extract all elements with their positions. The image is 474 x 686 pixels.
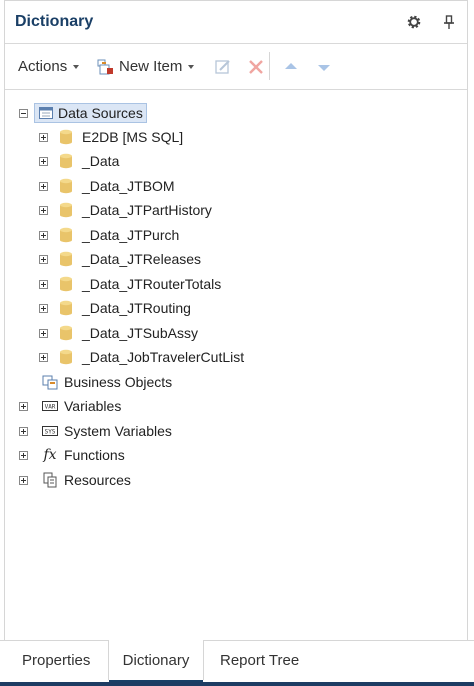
datasource-label: _Data_JTPartHistory <box>82 202 212 218</box>
tree-node-data-sources[interactable]: Data Sources <box>19 103 147 123</box>
functions-label: Functions <box>64 447 125 463</box>
chevron-down-icon <box>188 64 195 69</box>
database-icon <box>58 178 74 194</box>
datasource-label: _Data_JTRouterTotals <box>82 276 222 292</box>
delete-icon[interactable] <box>247 58 265 76</box>
new-item-dropdown[interactable]: New Item <box>97 44 195 89</box>
svg-text:VAR: VAR <box>45 404 56 411</box>
tab-report-tree[interactable]: Report Tree <box>220 641 299 680</box>
move-down-icon[interactable] <box>315 58 333 76</box>
data-sources-label: Data Sources <box>58 105 143 121</box>
gear-icon[interactable] <box>405 13 423 31</box>
business-objects-icon <box>42 374 58 390</box>
database-icon <box>58 153 74 169</box>
tree-node-datasource[interactable]: _Data_JobTravelerCutList <box>39 347 244 367</box>
expand-icon[interactable] <box>39 254 48 264</box>
datasource-label: _Data_JobTravelerCutList <box>82 349 245 365</box>
new-item-icon <box>97 59 113 74</box>
dictionary-panel: Dictionary Actions New Item Data Sources… <box>4 0 468 640</box>
edit-icon[interactable] <box>214 58 232 76</box>
expand-icon[interactable] <box>39 132 48 142</box>
actions-label: Actions <box>18 58 68 75</box>
business-objects-label: Business Objects <box>64 374 173 390</box>
expand-icon[interactable] <box>39 181 48 191</box>
move-up-icon[interactable] <box>282 58 300 76</box>
tab-report-tree-label: Report Tree <box>220 652 300 669</box>
datasource-label: _Data_JTSubAssy <box>82 325 198 341</box>
expand-icon[interactable] <box>19 450 28 460</box>
tree-node-datasource[interactable]: _Data_JTSubAssy <box>39 323 198 343</box>
expand-icon[interactable] <box>39 205 48 215</box>
tab-properties-label: Properties <box>22 652 91 669</box>
tree-node-datasource[interactable]: _Data_JTRouterTotals <box>39 274 221 294</box>
tree-node-variables[interactable]: VAR Variables <box>19 396 121 416</box>
datasource-label: _Data <box>82 153 120 169</box>
chevron-down-icon <box>73 64 80 69</box>
tree-node-system-variables[interactable]: SYS System Variables <box>19 421 172 441</box>
database-icon <box>58 300 74 316</box>
tree-node-datasource[interactable]: _Data_JTRouting <box>39 298 191 318</box>
datasource-label: _Data_JTBOM <box>82 178 175 194</box>
tree-node-datasource[interactable]: _Data_JTPartHistory <box>39 200 212 220</box>
expand-icon[interactable] <box>39 303 48 313</box>
tree-node-datasource[interactable]: _Data_JTBOM <box>39 176 175 196</box>
variables-icon: VAR <box>42 398 58 414</box>
system-variables-icon: SYS <box>42 423 58 439</box>
expand-icon[interactable] <box>19 426 28 436</box>
pin-icon[interactable] <box>442 14 456 30</box>
tree-node-datasource[interactable]: _Data_JTReleases <box>39 249 201 269</box>
tree-node-datasource[interactable]: E2DB [MS SQL] <box>39 127 183 147</box>
tab-dictionary-label: Dictionary <box>122 651 190 669</box>
panel-header: Dictionary <box>5 1 467 44</box>
expand-icon[interactable] <box>19 401 28 411</box>
database-icon <box>58 276 74 292</box>
collapse-icon[interactable] <box>19 108 28 118</box>
resources-label: Resources <box>64 472 131 488</box>
expand-icon[interactable] <box>39 352 48 362</box>
actions-dropdown[interactable]: Actions <box>18 44 80 89</box>
expand-icon[interactable] <box>39 328 48 338</box>
tree-node-functions[interactable]: fx Functions <box>19 445 125 465</box>
tree-node-datasource[interactable]: _Data <box>39 151 119 171</box>
tab-dictionary[interactable]: Dictionary <box>108 640 204 682</box>
new-item-label: New Item <box>119 58 183 75</box>
selected-node[interactable]: Data Sources <box>34 103 147 123</box>
database-icon <box>58 251 74 267</box>
panel-title: Dictionary <box>15 13 94 30</box>
toolbar-divider <box>269 52 270 80</box>
svg-text:SYS: SYS <box>45 429 56 436</box>
expand-icon[interactable] <box>39 156 48 166</box>
toolbar: Actions New Item <box>5 44 467 90</box>
expand-icon[interactable] <box>39 279 48 289</box>
system-variables-label: System Variables <box>64 423 172 439</box>
resources-icon <box>42 472 58 488</box>
database-icon <box>58 325 74 341</box>
variables-label: Variables <box>64 398 122 414</box>
database-icon <box>58 227 74 243</box>
data-sources-icon <box>38 105 54 121</box>
database-icon <box>58 349 74 365</box>
function-icon: fx <box>43 447 57 463</box>
datasource-label: E2DB [MS SQL] <box>82 129 184 145</box>
datasource-label: _Data_JTRouting <box>82 300 191 316</box>
tree-node-business-objects[interactable]: Business Objects <box>42 372 172 392</box>
tree-node-resources[interactable]: Resources <box>19 470 131 490</box>
bottom-strip <box>0 682 474 686</box>
database-icon <box>58 129 74 145</box>
bottom-tab-bar: Properties Dictionary Report Tree <box>0 640 474 686</box>
expand-icon[interactable] <box>19 475 28 485</box>
datasource-label: _Data_JTReleases <box>82 251 202 267</box>
database-icon <box>58 202 74 218</box>
datasource-label: _Data_JTPurch <box>82 227 180 243</box>
expand-icon[interactable] <box>39 230 48 240</box>
tab-properties[interactable]: Properties <box>22 641 90 680</box>
tree-node-datasource[interactable]: _Data_JTPurch <box>39 225 179 245</box>
